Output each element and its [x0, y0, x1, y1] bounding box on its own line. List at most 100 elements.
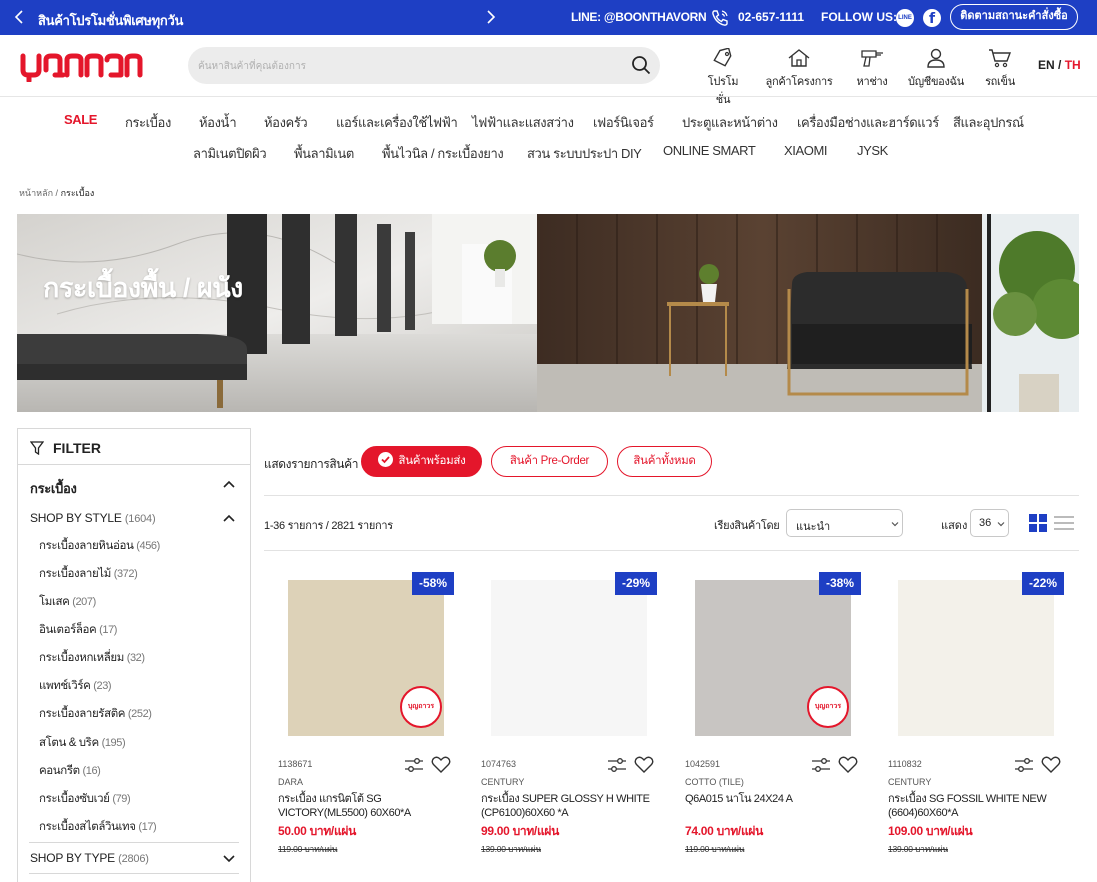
style-item-label: กระเบื้องหกเหลี่ยม	[39, 652, 124, 664]
nav-tiles[interactable]: กระเบื้อง	[125, 112, 171, 133]
nav-paint[interactable]: สีและอุปกรณ์	[953, 112, 1024, 133]
nav-electrical-lighting[interactable]: ไฟฟ้าและแสงสว่าง	[472, 112, 574, 133]
chevron-up-icon[interactable]	[222, 513, 236, 523]
lang-th[interactable]: TH	[1065, 58, 1081, 72]
header-find-technician[interactable]: หาช่าง	[855, 48, 889, 90]
filter-header[interactable]: FILTER	[18, 429, 250, 465]
line-id[interactable]: LINE: @BOONTHAVORN	[571, 10, 707, 24]
header-promotion[interactable]: โปรโมชั่น	[703, 48, 743, 108]
style-item[interactable]: กระเบื้องสไตล์วินเทจ (17)	[39, 818, 157, 836]
product-card[interactable]: -29% 1074763 CENTURY กระเบื้อง SUPER GLO…	[481, 572, 667, 862]
phone-number[interactable]: 02-657-1111	[738, 10, 804, 24]
sidebar-divider	[29, 842, 239, 843]
filter-in-stock[interactable]: สินค้าพร้อมส่ง	[361, 446, 482, 477]
product-name[interactable]: กระเบื้อง SUPER GLOSSY H WHITE (CP6100)6…	[481, 792, 661, 820]
style-item[interactable]: กระเบื้องลายรัสติค (252)	[39, 705, 152, 723]
nav-tools-hardware[interactable]: เครื่องมือช่างและฮาร์ดแวร์	[797, 112, 939, 133]
filter-pre-order[interactable]: สินค้า Pre-Order	[491, 446, 608, 477]
style-item-count: (195)	[101, 737, 126, 749]
compare-icon[interactable]	[811, 757, 831, 773]
search-input[interactable]	[198, 56, 618, 76]
nav-laminate-floor[interactable]: พื้นลามิเนต	[294, 143, 354, 164]
chevron-right-icon[interactable]	[486, 10, 496, 24]
style-item[interactable]: กระเบื้องลายหินอ่อน (456)	[39, 537, 160, 555]
filter-label: FILTER	[53, 440, 101, 456]
heart-icon[interactable]	[634, 756, 654, 774]
header-cart-label: รถเข็น	[985, 76, 1015, 88]
grid-view-icon[interactable]	[1029, 514, 1047, 532]
chevron-up-icon[interactable]	[222, 479, 236, 489]
shop-by-type-heading[interactable]: SHOP BY TYPE (2806)	[30, 851, 149, 865]
discount-badge: -22%	[1022, 572, 1064, 595]
lang-en[interactable]: EN	[1038, 58, 1055, 72]
product-name[interactable]: กระเบื้อง SG FOSSIL WHITE NEW (6604)60X6…	[888, 792, 1068, 820]
product-price: 99.00 บาท/แผ่น	[481, 824, 560, 838]
nav-jysk[interactable]: JYSK	[857, 143, 888, 158]
availability-label: แสดงรายการสินค้า	[264, 457, 359, 471]
product-card[interactable]: -38% บุญถาวร 1042591 COTTO (TILE) Q6A015…	[685, 572, 871, 862]
product-image[interactable]	[898, 580, 1054, 736]
nav-laminate-cover[interactable]: ลามิเนตปิดผิว	[193, 143, 267, 164]
facebook-icon[interactable]: f	[923, 9, 941, 27]
product-card[interactable]: -22% 1110832 CENTURY กระเบื้อง SG FOSSIL…	[888, 572, 1074, 862]
nav-garden-plumbing[interactable]: สวน ระบบประปา DIY	[527, 143, 642, 164]
compare-icon[interactable]	[607, 757, 627, 773]
track-order-button[interactable]: ติดตามสถานะคำสั่งซื้อ	[950, 4, 1078, 30]
style-item[interactable]: กระเบื้องลายไม้ (372)	[39, 565, 138, 583]
page-size-select[interactable]: 36	[970, 509, 1009, 537]
nav-furniture[interactable]: เฟอร์นิเจอร์	[593, 112, 654, 133]
style-item[interactable]: อินเตอร์ล็อค (17)	[39, 621, 117, 639]
style-item[interactable]: กระเบื้องหกเหลี่ยม (32)	[39, 649, 145, 667]
style-item[interactable]: กระเบื้องซับเวย์ (79)	[39, 790, 131, 808]
nav-online-smart[interactable]: ONLINE SMART	[663, 143, 756, 158]
heart-icon[interactable]	[838, 756, 858, 774]
product-card[interactable]: -58% บุญถาวร 1138671 DARA กระเบื้อง แกรน…	[278, 572, 464, 862]
style-item[interactable]: คอนกรีต (16)	[39, 762, 101, 780]
nav-sale[interactable]: SALE	[64, 112, 97, 127]
nav-kitchen[interactable]: ห้องครัว	[264, 112, 308, 133]
breadcrumb-home[interactable]: หน้าหลัก	[19, 188, 53, 198]
header-project-customers[interactable]: ลูกค้าโครงการ	[765, 48, 833, 90]
sort-select[interactable]: แนะนำ	[786, 509, 903, 537]
category-heading[interactable]: กระเบื้อง	[30, 478, 77, 499]
heart-icon[interactable]	[431, 756, 451, 774]
discount-badge: -38%	[819, 572, 861, 595]
filter-all-products[interactable]: สินค้าทั้งหมด	[617, 446, 712, 477]
compare-icon[interactable]	[404, 757, 424, 773]
filter-icon	[30, 441, 44, 455]
product-name[interactable]: Q6A015 นาโน 24X24 A	[685, 792, 865, 806]
header-cart[interactable]: รถเข็น	[984, 48, 1016, 90]
shop-by-style-heading[interactable]: SHOP BY STYLE (1604)	[30, 511, 156, 525]
discount-badge: -29%	[615, 572, 657, 595]
nav-vinyl-floor[interactable]: พื้นไวนิล / กระเบื้องยาง	[382, 143, 504, 164]
product-image[interactable]	[491, 580, 647, 736]
style-item[interactable]: สโตน & บริค (195)	[39, 734, 126, 752]
style-item-label: คอนกรีต	[39, 765, 80, 777]
product-brand: COTTO (TILE)	[685, 777, 744, 787]
chevron-down-icon	[891, 522, 899, 527]
lang-separator: /	[1054, 58, 1065, 72]
sidebar-divider	[29, 873, 239, 874]
chevron-down-icon[interactable]	[222, 854, 236, 864]
chevron-left-icon[interactable]	[14, 10, 24, 24]
heart-icon[interactable]	[1041, 756, 1061, 774]
style-item-count: (23)	[93, 680, 112, 692]
style-item[interactable]: แพทช์เวิร์ค (23)	[39, 677, 112, 695]
line-icon[interactable]: LINE	[896, 9, 914, 27]
style-item[interactable]: โมเสค (207)	[39, 593, 96, 611]
header-my-account[interactable]: บัญชีของฉัน	[907, 48, 965, 90]
product-name[interactable]: กระเบื้อง แกรนิตโต้ SG VICTORY(ML5500) 6…	[278, 792, 458, 820]
header-project-label: ลูกค้าโครงการ	[765, 76, 833, 88]
nav-xiaomi[interactable]: XIAOMI	[784, 143, 828, 158]
filter-in-stock-label: สินค้าพร้อมส่ง	[398, 455, 466, 467]
brand-logo[interactable]	[19, 48, 144, 82]
category-banner	[17, 214, 1079, 412]
house-icon	[788, 49, 810, 67]
nav-bathroom[interactable]: ห้องน้ำ	[199, 112, 237, 133]
list-view-icon[interactable]	[1054, 515, 1074, 531]
search-icon[interactable]	[631, 55, 651, 75]
nav-doors-windows[interactable]: ประตูและหน้าต่าง	[682, 112, 778, 133]
nav-air-appliances[interactable]: แอร์และเครื่องใช้ไฟฟ้า	[336, 112, 458, 133]
compare-icon[interactable]	[1014, 757, 1034, 773]
promo-text[interactable]: สินค้าโปรโมชั่นพิเศษทุกวัน	[38, 10, 183, 31]
